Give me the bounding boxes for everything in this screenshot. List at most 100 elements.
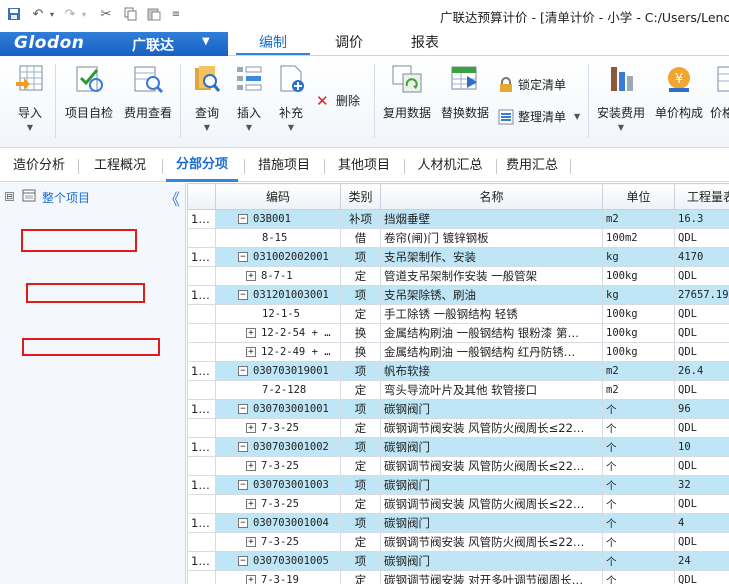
table-row[interactable]: 107−030703001002 项碳钢阀门个 10 xyxy=(187,437,729,457)
table-row[interactable]: 104−031201003001 项支吊架除锈、刷油 kg 27657.19 xyxy=(187,285,729,305)
customize-icon[interactable]: ≡ xyxy=(168,5,184,23)
quantity-expression-cell[interactable]: QDL xyxy=(674,494,729,514)
expand-toggle-icon[interactable]: + xyxy=(246,423,256,433)
table-row[interactable]: 105−030703019001 项帆布软接 m2 26.4 xyxy=(187,361,729,381)
expand-toggle-icon[interactable]: + xyxy=(246,271,256,281)
code-cell[interactable]: +7-3-25 xyxy=(215,494,341,514)
name-cell[interactable]: 碳钢调节阀安装 风管防火阀周长≤22… xyxy=(380,532,603,552)
quantity-expression-cell[interactable]: QDL xyxy=(674,342,729,362)
collapse-toggle-icon[interactable]: − xyxy=(238,442,248,452)
tab-edit[interactable]: 编制 xyxy=(236,32,310,56)
tab-project-overview[interactable]: 工程概况 xyxy=(84,150,156,182)
save-icon[interactable] xyxy=(6,5,22,23)
name-cell[interactable]: 支吊架制作、安装 xyxy=(380,247,603,267)
tab-other-items[interactable]: 其他项目 xyxy=(328,150,400,182)
table-row[interactable]: +7-3-25 定碳钢调节阀安装 风管防火阀周长≤22… 个 QDL xyxy=(187,456,729,476)
reuse-data-button[interactable]: 复用数据 xyxy=(380,64,434,121)
name-cell[interactable]: 碳钢阀门 xyxy=(380,437,603,457)
name-cell[interactable]: 金属结构刷油 一般钢结构 红丹防锈… xyxy=(380,342,603,362)
tab-reports[interactable]: 报表 xyxy=(396,32,454,56)
name-cell[interactable]: 帆布软接 xyxy=(380,361,603,381)
quantity-expression-cell[interactable]: 24 xyxy=(674,551,729,571)
code-cell[interactable]: −030703001005 xyxy=(215,551,341,571)
collapse-toggle-icon[interactable]: − xyxy=(238,556,248,566)
code-cell[interactable]: 8-15 xyxy=(215,228,341,248)
unit-cell[interactable]: m2 xyxy=(602,209,675,229)
type-cell[interactable]: 定 xyxy=(340,570,381,584)
install-fee-button[interactable]: 安装费用 ▼ xyxy=(594,64,648,132)
type-cell[interactable]: 定 xyxy=(340,266,381,286)
type-cell[interactable]: 定 xyxy=(340,494,381,514)
delete-button[interactable]: ✕ 删除 xyxy=(316,92,360,109)
unit-cell[interactable]: 个 xyxy=(602,513,675,533)
quantity-expression-cell[interactable]: 4 xyxy=(674,513,729,533)
table-row[interactable]: 8-15 借卷帘(闸)门 镀锌钢板 100m2 QDL xyxy=(187,228,729,248)
tree-root-whole-project[interactable]: 整个项目 xyxy=(42,189,90,206)
tab-labor-material-summary[interactable]: 人材机汇总 xyxy=(408,150,492,182)
name-cell[interactable]: 碳钢阀门 xyxy=(380,399,603,419)
unit-cell[interactable]: 个 xyxy=(602,532,675,552)
tab-fee-summary[interactable]: 费用汇总 xyxy=(500,150,564,182)
unit-cell[interactable]: 个 xyxy=(602,475,675,495)
name-cell[interactable]: 碳钢阀门 xyxy=(380,513,603,533)
collapse-toggle-icon[interactable]: − xyxy=(238,214,248,224)
name-cell[interactable]: 碳钢调节阀安装 对开多叶调节阀周长… xyxy=(380,570,603,584)
expand-toggle-icon[interactable]: + xyxy=(246,575,256,584)
name-cell[interactable]: 碳钢阀门 xyxy=(380,475,603,495)
column-header-unit[interactable]: 单位 xyxy=(602,183,675,210)
column-header-quantity-expression[interactable]: 工程量表 xyxy=(674,183,729,210)
table-row[interactable]: 12-1-5 定手工除锈 一般钢结构 轻锈 100kg QDL xyxy=(187,304,729,324)
unit-cell[interactable]: m2 xyxy=(602,361,675,381)
project-self-check-button[interactable]: 项目自检 xyxy=(62,64,116,121)
tab-measure-items[interactable]: 措施项目 xyxy=(248,150,320,182)
collapse-toggle-icon[interactable]: − xyxy=(238,290,248,300)
insert-button[interactable]: 插入 ▼ xyxy=(230,64,268,132)
type-cell[interactable]: 定 xyxy=(340,304,381,324)
code-cell[interactable]: +8-7-1 xyxy=(215,266,341,286)
name-cell[interactable]: 碳钢调节阀安装 风管防火阀周长≤22… xyxy=(380,418,603,438)
name-cell[interactable]: 挡烟垂壁 xyxy=(380,209,603,229)
name-cell[interactable]: 碳钢调节阀安装 风管防火阀周长≤22… xyxy=(380,494,603,514)
table-row[interactable]: +7-3-19 定碳钢调节阀安装 对开多叶调节阀周长… 个 QDL xyxy=(187,570,729,584)
quantity-expression-cell[interactable]: QDL xyxy=(674,456,729,476)
table-row[interactable]: 108−030703001003 项碳钢阀门个 32 xyxy=(187,475,729,495)
table-row[interactable]: +7-3-25 定碳钢调节阀安装 风管防火阀周长≤22… 个 QDL xyxy=(187,418,729,438)
name-cell[interactable]: 管道支吊架制作安装 一般管架 xyxy=(380,266,603,286)
table-row[interactable]: +7-3-25 定碳钢调节阀安装 风管防火阀周长≤22… 个 QDL xyxy=(187,494,729,514)
name-cell[interactable]: 碳钢阀门 xyxy=(380,551,603,571)
column-header-type[interactable]: 类别 xyxy=(340,183,381,210)
collapse-panel-icon[interactable]: 《 xyxy=(164,186,180,210)
unit-cell[interactable]: 个 xyxy=(602,494,675,514)
unit-cell[interactable]: 个 xyxy=(602,570,675,584)
column-header-name[interactable]: 名称 xyxy=(380,183,603,210)
unit-cell[interactable]: 100kg xyxy=(602,323,675,343)
code-cell[interactable]: +7-3-25 xyxy=(215,532,341,552)
unit-cell[interactable]: kg xyxy=(602,247,675,267)
name-cell[interactable]: 弯头导流叶片及其他 软管接口 xyxy=(380,380,603,400)
unit-cell[interactable]: 个 xyxy=(602,456,675,476)
expand-toggle-icon[interactable]: + xyxy=(246,499,256,509)
collapse-toggle-icon[interactable]: − xyxy=(238,404,248,414)
quantity-expression-cell[interactable]: QDL xyxy=(674,323,729,343)
code-cell[interactable]: −030703001003 xyxy=(215,475,341,495)
table-row[interactable]: 103−031002002001 项支吊架制作、安装 kg 4170 xyxy=(187,247,729,267)
expand-toggle-icon[interactable]: + xyxy=(246,537,256,547)
quantity-expression-cell[interactable]: 32 xyxy=(674,475,729,495)
type-cell[interactable]: 项 xyxy=(340,361,381,381)
quantity-expression-cell[interactable]: QDL xyxy=(674,380,729,400)
name-cell[interactable]: 支吊架除锈、刷油 xyxy=(380,285,603,305)
tab-sub-items[interactable]: 分部分项 xyxy=(166,150,238,182)
type-cell[interactable]: 换 xyxy=(340,323,381,343)
quantity-expression-cell[interactable]: QDL xyxy=(674,532,729,552)
lock-list-button[interactable]: 锁定清单 xyxy=(498,76,566,93)
quantity-expression-cell[interactable]: QDL xyxy=(674,266,729,286)
type-cell[interactable]: 定 xyxy=(340,418,381,438)
table-row[interactable]: +12-2-54 + … 换金属结构刷油 一般钢结构 银粉漆 第… 100kg QDL xyxy=(187,323,729,343)
quantity-expression-cell[interactable]: QDL xyxy=(674,304,729,324)
name-cell[interactable]: 卷帘(闸)门 镀锌钢板 xyxy=(380,228,603,248)
code-cell[interactable]: +7-3-25 xyxy=(215,418,341,438)
code-cell[interactable]: +7-3-25 xyxy=(215,456,341,476)
type-cell[interactable]: 定 xyxy=(340,380,381,400)
code-cell[interactable]: −030703001002 xyxy=(215,437,341,457)
undo-dropdown-icon[interactable]: ▾ xyxy=(44,5,60,23)
